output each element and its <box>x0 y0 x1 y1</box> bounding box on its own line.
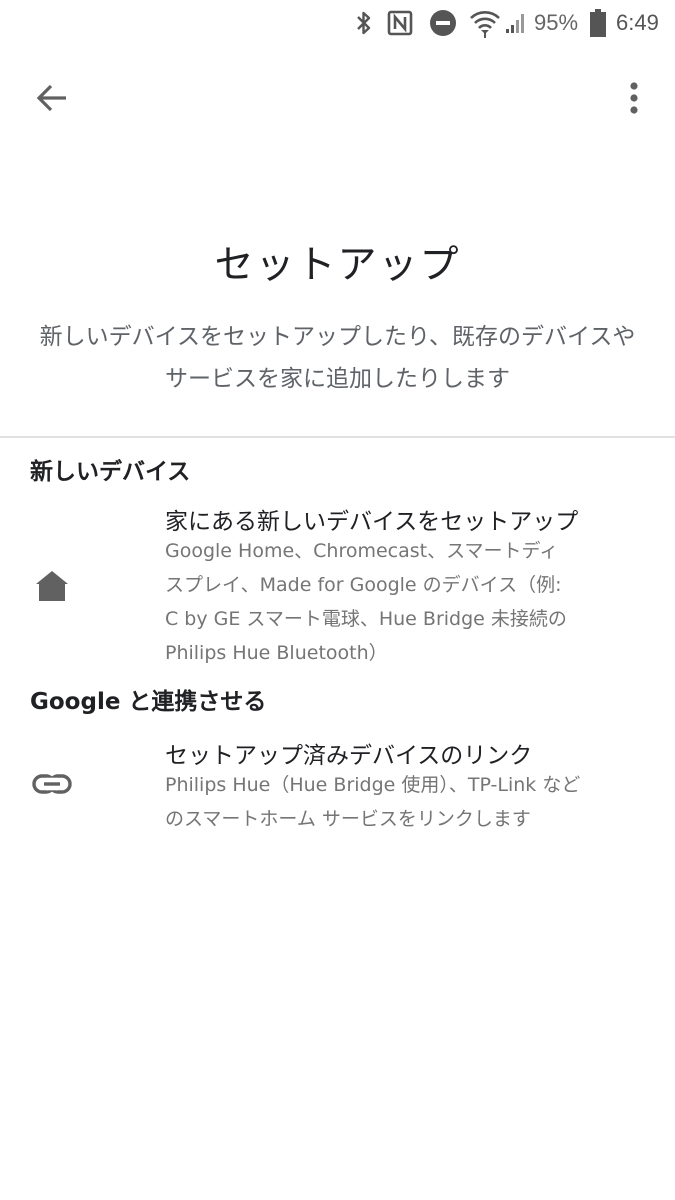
battery-icon <box>588 8 608 38</box>
back-button[interactable] <box>28 74 76 122</box>
subtitle-line: 新しいデバイスをセットアップしたり、既存のデバイスや <box>39 324 636 350</box>
divider <box>0 436 675 438</box>
section-header-works-with-google: Google と連携させる <box>30 689 267 715</box>
description-line: Google Home、Chromecast、スマートディ <box>165 540 559 562</box>
item-description: Philips Hue（Hue Bridge 使用）、TP-Link など のス… <box>165 768 655 836</box>
more-vert-icon <box>630 82 638 114</box>
do-not-disturb-icon <box>428 8 458 38</box>
battery-percent: 95% <box>534 10 579 35</box>
wifi-icon <box>468 8 502 38</box>
description-line: C by GE スマート電球、Hue Bridge 未接続の <box>165 608 567 630</box>
description-line: Philips Hue Bluetooth） <box>165 642 388 664</box>
subtitle-line: サービスを家に追加したりします <box>165 366 510 392</box>
section-header-new-devices: 新しいデバイス <box>30 459 191 485</box>
bluetooth-icon <box>352 8 376 38</box>
set-up-new-device-item[interactable]: 家にある新しいデバイスをセットアップ Google Home、Chromecas… <box>0 496 675 672</box>
overflow-menu-button[interactable] <box>610 74 658 122</box>
description-line: のスマートホーム サービスをリンクします <box>165 808 531 830</box>
link-icon <box>30 762 74 806</box>
cellular-signal-icon <box>504 8 528 38</box>
description-line: スプレイ、Made for Google のデバイス（例: <box>165 574 562 596</box>
arrow-back-icon <box>36 84 66 112</box>
item-title: 家にある新しいデバイスをセットアップ <box>165 509 579 535</box>
setup-screen: 95% 6:49 セットアップ 新しいデバイスをセットアップしたり、既存のデバイ… <box>0 0 675 1200</box>
status-bar: 95% 6:49 <box>0 0 675 48</box>
page-subtitle: 新しいデバイスをセットアップしたり、既存のデバイスや サービスを家に追加したりし… <box>0 316 675 400</box>
clock: 6:49 <box>616 10 659 35</box>
nfc-icon <box>386 8 414 38</box>
link-existing-device-item[interactable]: セットアップ済みデバイスのリンク Philips Hue（Hue Bridge … <box>0 730 675 840</box>
home-icon <box>30 564 74 608</box>
item-title: セットアップ済みデバイスのリンク <box>165 743 533 769</box>
description-line: Philips Hue（Hue Bridge 使用）、TP-Link など <box>165 774 581 796</box>
page-title: セットアップ <box>214 243 461 288</box>
item-description: Google Home、Chromecast、スマートディ スプレイ、Made … <box>165 534 655 670</box>
